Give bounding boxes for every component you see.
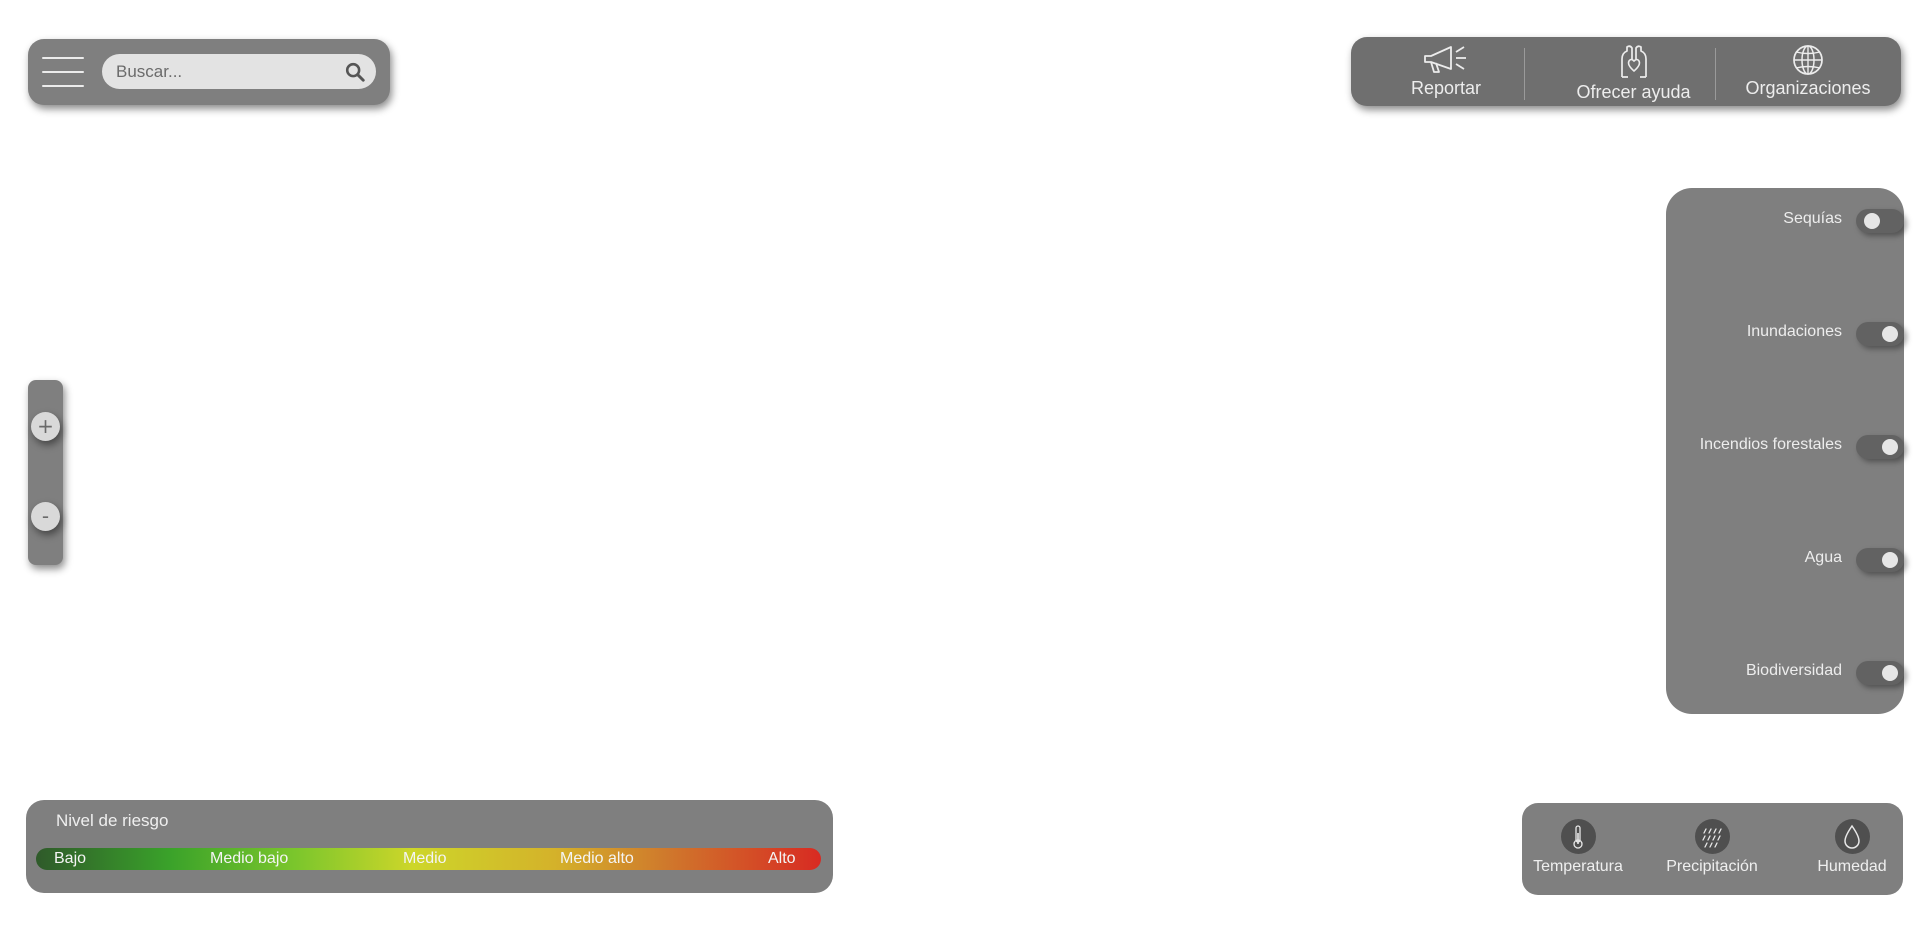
weather-temperature[interactable]: Temperatura bbox=[1532, 819, 1624, 876]
layer-label: Biodiversidad bbox=[1745, 662, 1842, 679]
megaphone-icon bbox=[1424, 46, 1466, 73]
weather-label: Temperatura bbox=[1533, 858, 1623, 875]
globe-icon bbox=[1793, 45, 1823, 75]
risk-level-medio-bajo: Medio bajo bbox=[210, 850, 289, 867]
risk-level-alto: Alto bbox=[768, 850, 796, 867]
layer-label: Agua bbox=[1804, 549, 1842, 566]
risk-level-medio-alto: Medio alto bbox=[560, 850, 634, 867]
layer-row-biodiversidad: Biodiversidad bbox=[1666, 659, 1904, 689]
organizations-button[interactable]: Organizaciones bbox=[1728, 37, 1888, 106]
weather-precipitation[interactable]: Precipitación bbox=[1662, 819, 1762, 876]
search-icon[interactable] bbox=[344, 61, 366, 83]
toggle-knob bbox=[1864, 213, 1880, 229]
weather-label: Precipitación bbox=[1666, 858, 1758, 875]
risk-legend-title: Nivel de riesgo bbox=[56, 811, 169, 830]
rain-icon bbox=[1694, 819, 1730, 854]
layer-row-sequias: Sequías bbox=[1666, 207, 1904, 237]
divider bbox=[1524, 48, 1525, 100]
layer-label: Incendios forestales bbox=[1699, 436, 1842, 453]
risk-level-medio: Medio bbox=[403, 850, 447, 867]
risk-legend: Nivel de riesgo Bajo Medio bajo Medio Me… bbox=[26, 800, 833, 893]
layer-label: Inundaciones bbox=[1746, 323, 1842, 340]
droplet-icon bbox=[1834, 819, 1870, 854]
divider bbox=[1715, 48, 1716, 100]
helping-hands-icon bbox=[1620, 45, 1647, 78]
layer-row-incendios: Incendios forestales bbox=[1666, 433, 1904, 463]
report-label: Reportar bbox=[1410, 78, 1482, 98]
search-input[interactable] bbox=[116, 54, 336, 89]
layer-row-agua: Agua bbox=[1666, 546, 1904, 576]
offer-help-button[interactable]: Ofrecer ayuda bbox=[1551, 37, 1716, 106]
report-button[interactable]: Reportar bbox=[1391, 37, 1501, 106]
search-box bbox=[102, 54, 376, 89]
risk-level-bajo: Bajo bbox=[54, 850, 87, 867]
search-panel bbox=[28, 39, 390, 105]
layer-toggle-incendios[interactable] bbox=[1856, 435, 1904, 459]
thermometer-icon bbox=[1560, 819, 1596, 854]
weather-humidity[interactable]: Humedad bbox=[1812, 819, 1892, 876]
zoom-in-button[interactable]: + bbox=[31, 412, 60, 441]
layer-label: Sequías bbox=[1783, 210, 1842, 227]
layers-panel: Sequías Inundaciones Incendios forestale… bbox=[1666, 188, 1904, 714]
hamburger-menu-icon[interactable] bbox=[42, 55, 84, 89]
weather-panel: Temperatura Precipitación Humedad bbox=[1522, 803, 1903, 895]
layer-toggle-sequias[interactable] bbox=[1856, 209, 1904, 233]
organizations-label: Organizaciones bbox=[1745, 78, 1871, 98]
toggle-knob bbox=[1882, 439, 1898, 455]
layer-toggle-agua[interactable] bbox=[1856, 548, 1904, 572]
layer-toggle-inundaciones[interactable] bbox=[1856, 322, 1904, 346]
toggle-knob bbox=[1882, 665, 1898, 681]
zoom-controls: + - bbox=[28, 380, 63, 565]
toggle-knob bbox=[1882, 552, 1898, 568]
top-action-bar: Reportar Ofrecer ayuda Organizaciones bbox=[1351, 37, 1901, 106]
toggle-knob bbox=[1882, 326, 1898, 342]
layer-row-inundaciones: Inundaciones bbox=[1666, 320, 1904, 350]
zoom-out-button[interactable]: - bbox=[31, 502, 60, 531]
layer-toggle-biodiversidad[interactable] bbox=[1856, 661, 1904, 685]
weather-label: Humedad bbox=[1817, 858, 1887, 875]
offer-help-label: Ofrecer ayuda bbox=[1576, 82, 1691, 102]
